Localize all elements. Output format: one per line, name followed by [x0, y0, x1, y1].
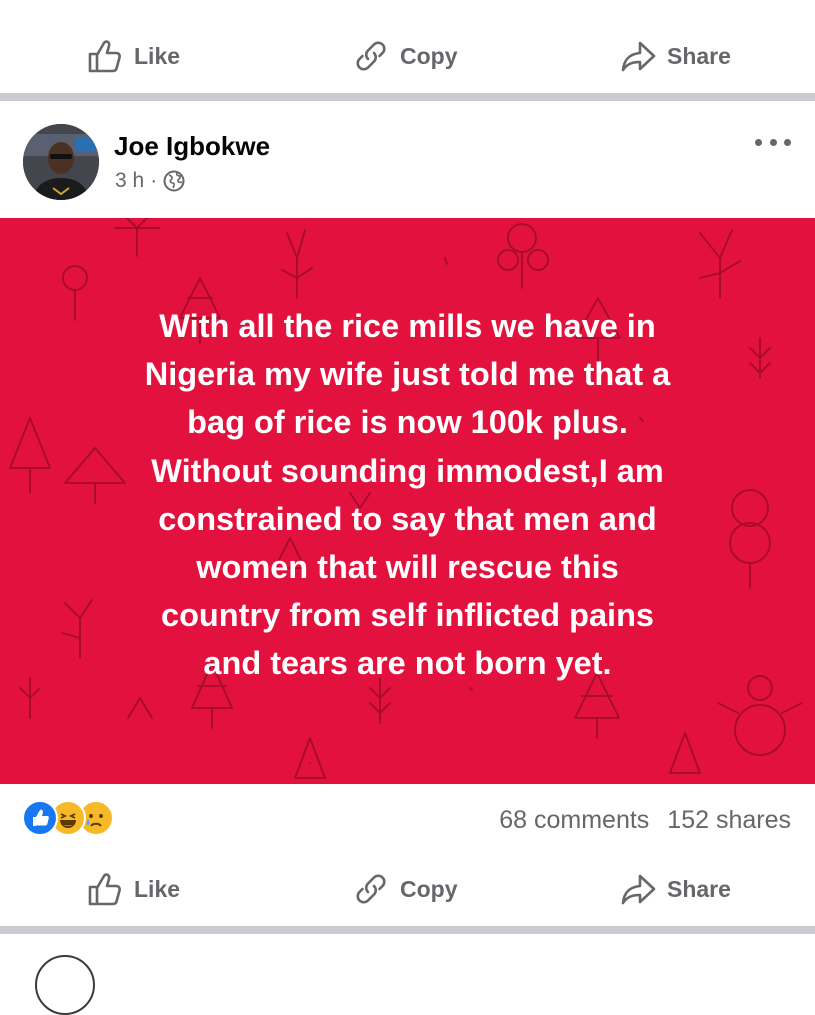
share-button[interactable]: Share — [619, 870, 731, 908]
like-label: Like — [134, 42, 181, 69]
post-meta: 3 h · — [115, 169, 185, 193]
like-button[interactable]: Like — [86, 870, 180, 908]
share-label: Share — [667, 42, 731, 69]
copy-button[interactable]: Copy — [352, 870, 458, 908]
author-avatar[interactable] — [23, 124, 99, 200]
meta-separator: · — [150, 169, 158, 192]
globe-icon — [163, 170, 185, 192]
copy-label: Copy — [400, 875, 458, 902]
post-text: With all the rice mills we have in Niger… — [144, 308, 671, 682]
post-action-bar: Like Copy Share — [0, 859, 815, 919]
like-button[interactable]: Like — [86, 37, 180, 75]
top-action-bar: Like Copy Share — [0, 26, 815, 86]
comments-count[interactable]: 68 comments — [499, 806, 649, 835]
post-background-card[interactable]: With all the rice mills we have in Niger… — [0, 218, 815, 784]
share-button[interactable]: Share — [619, 37, 731, 75]
post-header: Joe Igbokwe 3 h · — [0, 105, 815, 217]
share-arrow-icon — [621, 41, 656, 72]
copy-label: Copy — [400, 42, 458, 69]
thumbs-up-icon — [88, 873, 121, 906]
like-label: Like — [134, 875, 181, 902]
share-arrow-icon — [621, 874, 656, 905]
reaction-summary[interactable] — [22, 800, 122, 836]
thumbs-up-icon — [88, 40, 121, 73]
link-icon — [356, 874, 386, 904]
dot — [755, 138, 762, 146]
author-name[interactable]: Joe Igbokwe — [114, 131, 270, 162]
share-label: Share — [667, 875, 731, 902]
dot — [769, 138, 777, 146]
engagement-counts: 68 comments 152 shares — [499, 806, 791, 835]
dot — [784, 138, 791, 146]
like-reaction-icon — [22, 800, 58, 836]
feed-separator — [0, 926, 815, 934]
next-post-avatar[interactable] — [35, 955, 95, 1015]
more-options-icon[interactable] — [755, 135, 791, 149]
link-icon — [356, 41, 386, 71]
post-stats: 68 comments 152 shares — [0, 790, 815, 846]
copy-button[interactable]: Copy — [352, 37, 458, 75]
shares-count[interactable]: 152 shares — [667, 806, 791, 835]
feed-separator — [0, 93, 815, 101]
post-time[interactable]: 3 h — [115, 169, 144, 193]
